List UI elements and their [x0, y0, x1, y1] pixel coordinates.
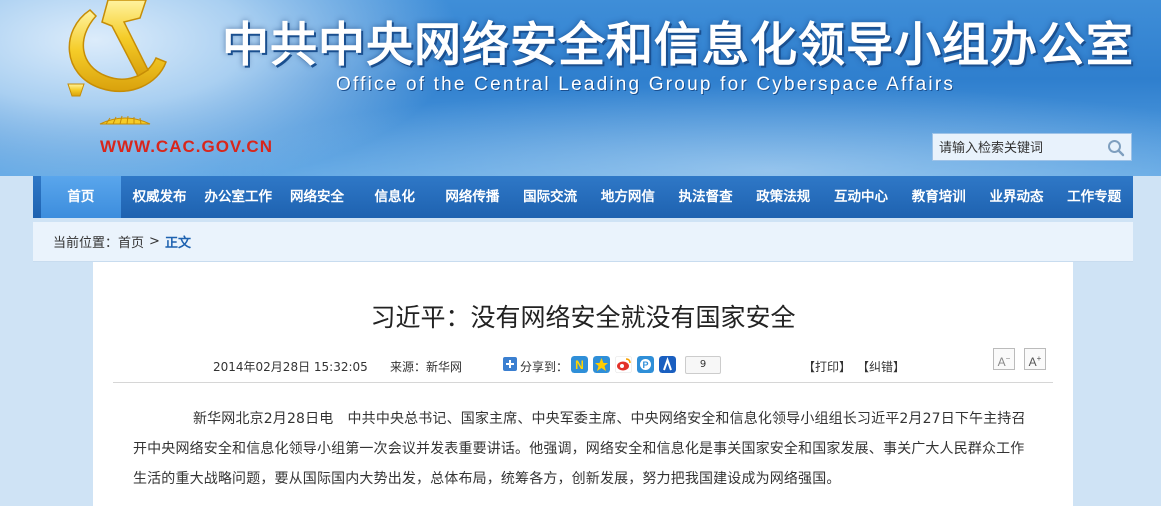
- nav-item-law-enforcement[interactable]: 执法督查: [667, 176, 745, 218]
- nav-item-work-topics[interactable]: 工作专题: [1055, 176, 1133, 218]
- nav-item-cybersecurity[interactable]: 网络安全: [278, 176, 356, 218]
- share-plus-icon[interactable]: [503, 357, 517, 371]
- site-subtitle: Office of the Central Leading Group for …: [336, 74, 956, 95]
- article-container: 习近平：没有网络安全就没有国家安全 2014年02月28日 15:32:05 来…: [93, 262, 1073, 506]
- article-source: 来源：新华网: [390, 360, 463, 374]
- qzone-icon[interactable]: [593, 356, 610, 373]
- breadcrumb-prefix: 当前位置：: [53, 236, 119, 251]
- site-title: 中共中央网络安全和信息化领导小组办公室: [222, 18, 1134, 73]
- font-decrease-label: A: [997, 355, 1006, 369]
- meta-divider: [113, 382, 1053, 383]
- nav-item-industry-news[interactable]: 业界动态: [978, 176, 1056, 218]
- article-meta: 2014年02月28日 15:32:05 来源：新华网 分享到： N P 9 【…: [93, 348, 1073, 378]
- tencent-weibo-icon[interactable]: [615, 356, 632, 373]
- nav-item-local-cac[interactable]: 地方网信: [589, 176, 667, 218]
- nav-item-informatization[interactable]: 信息化: [356, 176, 434, 218]
- search-input[interactable]: [937, 137, 1101, 159]
- main-nav: 首页 权威发布 办公室工作 网络安全 信息化 网络传播 国际交流 地方网信 执法…: [33, 176, 1133, 218]
- sina-weibo-icon[interactable]: N: [571, 356, 588, 373]
- print-link[interactable]: 【打印】: [803, 358, 851, 375]
- font-increase-button[interactable]: A+: [1024, 348, 1046, 370]
- article-title: 习近平：没有网络安全就没有国家安全: [370, 303, 796, 332]
- nav-item-online-communication[interactable]: 网络传播: [434, 176, 512, 218]
- breadcrumb-current: 正文: [164, 236, 191, 251]
- share-count: 9: [685, 356, 721, 374]
- site-url[interactable]: WWW.CAC.GOV.CN: [100, 137, 273, 157]
- nav-item-international-exchange[interactable]: 国际交流: [511, 176, 589, 218]
- nav-item-policies-regulations[interactable]: 政策法规: [744, 176, 822, 218]
- nav-item-home[interactable]: 首页: [41, 176, 121, 218]
- site-header: 中共中央网络安全和信息化领导小组办公室 Office of the Centra…: [0, 0, 1161, 176]
- article-body: 新华网北京2月28日电 中共中央总书记、国家主席、中央军委主席、中央网络安全和信…: [133, 411, 1026, 487]
- nav-item-office-work[interactable]: 办公室工作: [198, 176, 278, 218]
- font-increase-label: A: [1028, 355, 1037, 369]
- article-date: 2014年02月28日 15:32:05: [213, 360, 368, 374]
- svg-text:P: P: [642, 360, 648, 370]
- nav-item-authoritative-release[interactable]: 权威发布: [121, 176, 199, 218]
- search-icon[interactable]: [1107, 139, 1125, 157]
- nav-item-education-training[interactable]: 教育培训: [900, 176, 978, 218]
- breadcrumb-separator: >: [149, 234, 160, 249]
- baidu-icon[interactable]: [659, 356, 676, 373]
- correction-link[interactable]: 【纠错】: [857, 358, 905, 375]
- renren-icon[interactable]: P: [637, 356, 654, 373]
- font-decrease-button[interactable]: A−: [993, 348, 1015, 370]
- svg-text:N: N: [575, 358, 584, 372]
- party-emblem-icon: [67, 0, 167, 125]
- search-box: [932, 133, 1132, 161]
- nav-item-interaction-center[interactable]: 互动中心: [822, 176, 900, 218]
- breadcrumb: 当前位置： 首页 > 正文: [33, 222, 1133, 262]
- share-label: 分享到：: [520, 360, 569, 374]
- breadcrumb-home-link[interactable]: 首页: [118, 232, 144, 251]
